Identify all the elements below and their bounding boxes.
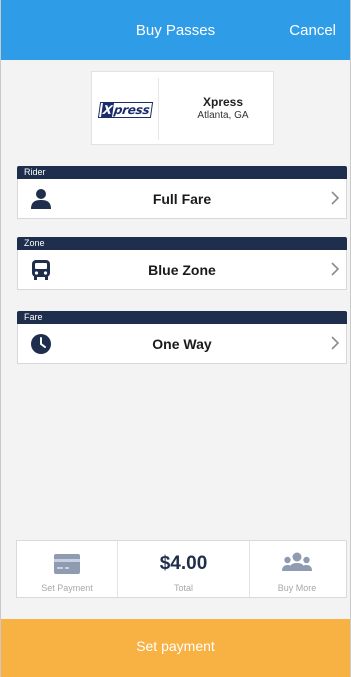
chevron-right-icon bbox=[331, 191, 340, 205]
set-payment-action[interactable]: Set Payment bbox=[17, 541, 117, 597]
nav-header: Buy Passes Cancel bbox=[1, 0, 350, 60]
buy-more-label: Buy More bbox=[277, 583, 317, 593]
fare-section: Fare One Way bbox=[17, 311, 347, 364]
total-price: $4.00 bbox=[159, 553, 208, 574]
total-label: Total bbox=[173, 583, 193, 593]
zone-section: Zone Blue Zone bbox=[17, 237, 347, 290]
set-payment-label: Set Payment bbox=[41, 583, 93, 593]
agency-name: Xpress bbox=[202, 95, 244, 109]
chevron-right-icon bbox=[331, 336, 340, 350]
fare-label: Fare bbox=[17, 311, 347, 324]
zone-value: Blue Zone bbox=[148, 262, 216, 278]
credit-card-icon bbox=[54, 554, 80, 574]
set-payment-button[interactable]: Set payment bbox=[1, 619, 350, 677]
agency-card: Xpress Xpress Atlanta, GA bbox=[91, 71, 274, 145]
zone-row[interactable]: Blue Zone bbox=[17, 250, 347, 290]
chevron-right-icon bbox=[331, 262, 340, 276]
xpress-logo: Xpress bbox=[97, 102, 154, 118]
agency-location: Atlanta, GA bbox=[197, 110, 249, 121]
order-summary: Set Payment $4.00 Total Buy More bbox=[16, 540, 347, 598]
zone-label: Zone bbox=[17, 237, 347, 250]
buy-more-action[interactable]: Buy More bbox=[248, 541, 346, 597]
agency-logo: Xpress bbox=[96, 78, 159, 140]
group-icon bbox=[282, 552, 312, 571]
total-column: $4.00 Total bbox=[117, 541, 250, 597]
fare-value: One Way bbox=[152, 336, 212, 352]
rider-value: Full Fare bbox=[152, 191, 212, 207]
rider-row[interactable]: Full Fare bbox=[17, 179, 347, 219]
rider-label: Rider bbox=[17, 166, 347, 179]
cancel-button[interactable]: Cancel bbox=[289, 22, 336, 39]
fare-row[interactable]: One Way bbox=[17, 324, 347, 364]
rider-section: Rider Full Fare bbox=[17, 166, 347, 219]
